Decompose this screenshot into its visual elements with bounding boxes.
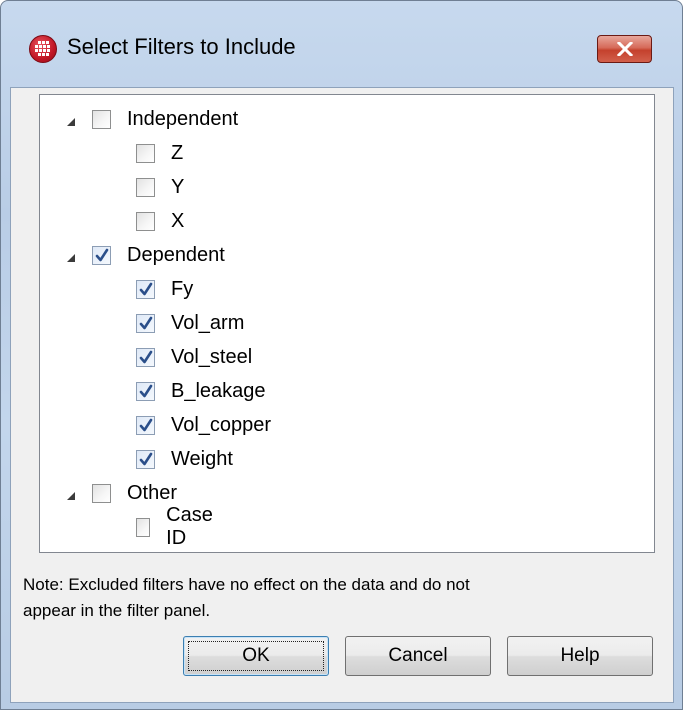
tree-group-other[interactable]: Other xyxy=(64,476,177,510)
app-grid-icon xyxy=(29,35,57,63)
tree-item-y[interactable]: Y xyxy=(136,170,184,204)
item-checkbox[interactable] xyxy=(136,517,151,537)
item-label: Y xyxy=(171,175,185,198)
item-label: B_leakage xyxy=(171,379,266,402)
tree-item-b-leakage[interactable]: B_leakage xyxy=(136,374,266,408)
tree-item-case-id[interactable]: Case ID xyxy=(136,504,218,549)
item-checkbox[interactable] xyxy=(136,347,155,367)
tree-item-z[interactable]: Z xyxy=(136,136,183,170)
item-checkbox[interactable] xyxy=(136,177,155,197)
item-label: Vol_steel xyxy=(171,345,253,368)
dialog-title: Select Filters to Include xyxy=(67,34,296,59)
item-checkbox[interactable] xyxy=(136,211,155,231)
focus-rect xyxy=(188,641,324,671)
tree-group-dependent[interactable]: Dependent xyxy=(64,238,225,272)
tree-item-vol-arm[interactable]: Vol_arm xyxy=(136,306,244,340)
title-bar[interactable]: Select Filters to Include xyxy=(1,1,682,91)
tree-item-vol-steel[interactable]: Vol_steel xyxy=(136,340,252,374)
item-label: Z xyxy=(171,141,184,164)
expander-icon[interactable] xyxy=(64,248,78,262)
filter-tree[interactable]: Independent Z Y X Dependent Fy Vol_arm Vol_stee… xyxy=(39,94,655,553)
item-label: Fy xyxy=(171,277,194,300)
tree-item-fy[interactable]: Fy xyxy=(136,272,193,306)
help-label: Help xyxy=(560,645,600,666)
close-icon xyxy=(617,42,633,56)
expander-icon[interactable] xyxy=(64,112,78,126)
expander-icon[interactable] xyxy=(64,486,78,500)
note-text: Note: Excluded filters have no effect on… xyxy=(23,572,643,624)
note-line-1: Note: Excluded filters have no effect on… xyxy=(23,575,470,594)
cancel-label: Cancel xyxy=(388,645,448,666)
item-label: Vol_arm xyxy=(171,311,245,334)
tree-group-independent[interactable]: Independent xyxy=(64,102,238,136)
item-label: Weight xyxy=(171,447,233,470)
group-checkbox[interactable] xyxy=(92,245,111,265)
group-label: Other xyxy=(127,481,178,504)
group-checkbox[interactable] xyxy=(92,109,111,129)
item-checkbox[interactable] xyxy=(136,449,155,469)
item-checkbox[interactable] xyxy=(136,313,155,333)
item-checkbox[interactable] xyxy=(136,415,155,435)
cancel-button[interactable]: Cancel xyxy=(345,636,491,676)
item-checkbox[interactable] xyxy=(136,143,155,163)
ok-button[interactable]: OK xyxy=(183,636,329,676)
tree-item-vol-copper[interactable]: Vol_copper xyxy=(136,408,271,442)
item-label: Case ID xyxy=(166,504,213,549)
item-label: Vol_copper xyxy=(171,413,272,436)
tree-item-weight[interactable]: Weight xyxy=(136,442,233,476)
item-label: X xyxy=(171,209,185,232)
item-checkbox[interactable] xyxy=(136,279,155,299)
item-checkbox[interactable] xyxy=(136,381,155,401)
help-button[interactable]: Help xyxy=(507,636,653,676)
group-label: Dependent xyxy=(127,243,225,266)
tree-item-x[interactable]: X xyxy=(136,204,184,238)
group-label: Independent xyxy=(127,107,239,130)
group-checkbox[interactable] xyxy=(92,483,111,503)
note-line-2: appear in the filter panel. xyxy=(23,601,211,620)
close-button[interactable] xyxy=(597,35,652,63)
dialog-window: Select Filters to Include Independent Z Y X… xyxy=(0,0,683,710)
